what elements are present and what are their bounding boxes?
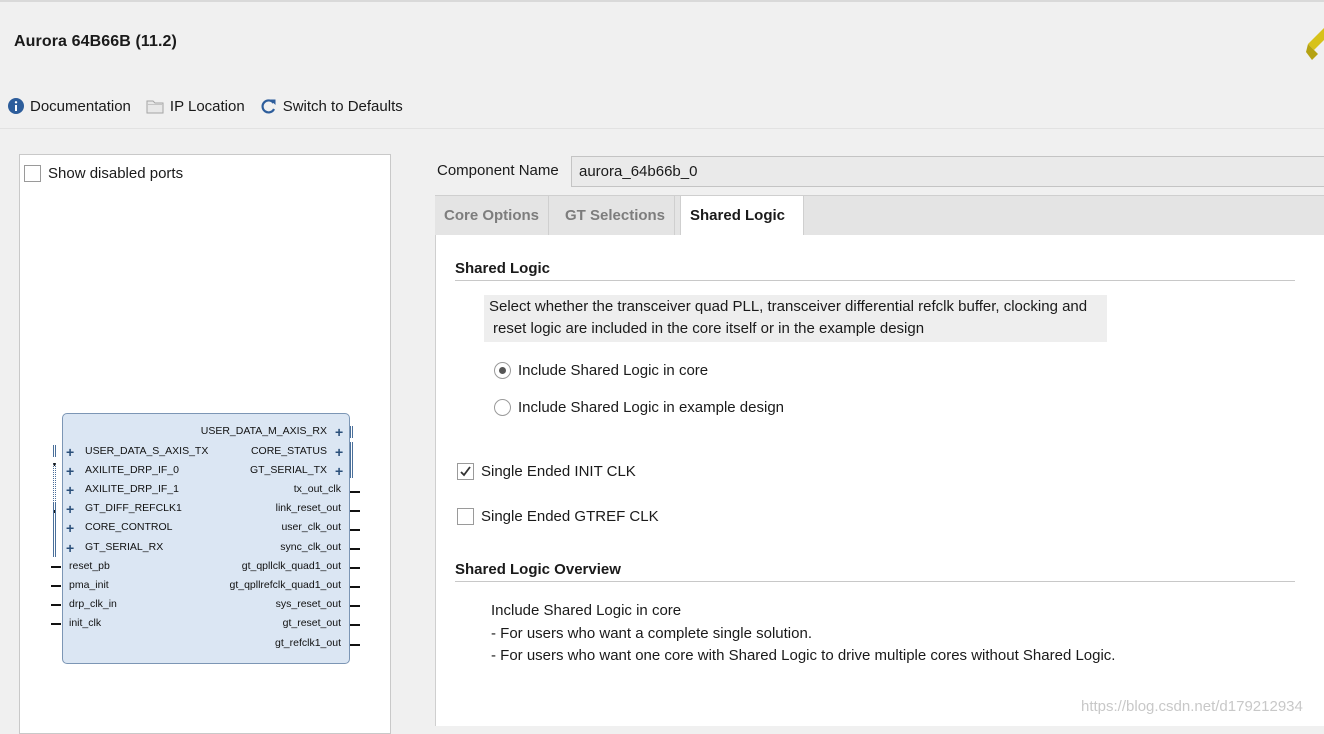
toolbar: Documentation IP Location Switch to Defa…: [8, 96, 418, 116]
symbol-panel: Show disabled ports USER_DATA_M_AXIS_RX …: [19, 154, 391, 734]
show-disabled-ports-label: Show disabled ports: [48, 165, 184, 182]
wire-pin: [350, 586, 360, 588]
single-ended-init-clk-checkbox[interactable]: [457, 463, 474, 480]
port-gt-serial-rx: GT_SERIAL_RX: [85, 541, 164, 553]
wire-pin: [51, 566, 61, 568]
bus-pin: [53, 502, 56, 557]
ip-block-symbol: USER_DATA_M_AXIS_RX CORE_STATUS GT_SERIA…: [62, 413, 350, 664]
expand-plus-icon[interactable]: +: [66, 521, 74, 535]
wire-pin: [350, 491, 360, 493]
show-disabled-ports-row[interactable]: Show disabled ports: [24, 165, 183, 182]
ip-location-button[interactable]: IP Location: [146, 98, 245, 115]
wire-pin: [350, 644, 360, 646]
port-pma-init: pma_init: [69, 579, 109, 591]
port-gt-qpllrefclk-quad1-out: gt_qpllrefclk_quad1_out: [229, 579, 341, 591]
expand-plus-icon[interactable]: +: [66, 502, 74, 516]
switch-defaults-label: Switch to Defaults: [282, 97, 403, 115]
port-drp-clk-in: drp_clk_in: [69, 598, 117, 610]
port-sync-clk-out: sync_clk_out: [280, 541, 341, 553]
single-ended-gtref-clk-label: Single Ended GTREF CLK: [481, 508, 659, 525]
overview-line-3: - For users who want one core with Share…: [491, 647, 1116, 664]
wire-pin: [350, 605, 360, 607]
component-name-label: Component Name: [437, 162, 559, 179]
documentation-button[interactable]: Documentation: [8, 98, 131, 115]
xilinx-logo-icon: [1306, 28, 1324, 60]
expand-plus-icon[interactable]: +: [335, 425, 343, 439]
port-tx-out-clk: tx_out_clk: [293, 483, 341, 495]
wire-pin: [350, 548, 360, 550]
top-border: [0, 0, 1324, 2]
wire-pin: [51, 585, 61, 587]
port-core-status: CORE_STATUS: [250, 445, 327, 457]
expand-plus-icon[interactable]: +: [66, 541, 74, 555]
expand-plus-icon[interactable]: +: [66, 445, 74, 459]
ip-location-label: IP Location: [169, 97, 245, 115]
tab-shared-logic[interactable]: Shared Logic: [680, 196, 804, 237]
tab-content-shared-logic: Shared Logic Select whether the transcei…: [435, 235, 1324, 726]
port-gt-diff-refclk1: GT_DIFF_REFCLK1: [85, 502, 182, 514]
radio-include-in-example[interactable]: Include Shared Logic in example design: [494, 399, 784, 416]
overview-line-2: - For users who want a complete single s…: [491, 625, 812, 642]
section-divider: [455, 280, 1295, 281]
tab-core-options[interactable]: Core Options: [435, 196, 550, 236]
checkmark-icon: [460, 466, 471, 477]
single-ended-gtref-clk-row[interactable]: Single Ended GTREF CLK: [457, 508, 659, 525]
single-ended-init-clk-label: Single Ended INIT CLK: [481, 463, 636, 480]
shared-logic-heading: Shared Logic: [455, 260, 551, 277]
shared-logic-overview-heading: Shared Logic Overview: [455, 561, 621, 578]
expand-plus-icon[interactable]: +: [335, 464, 343, 478]
wire-pin: [350, 567, 360, 569]
show-disabled-ports-checkbox[interactable]: [24, 165, 41, 182]
expand-plus-icon[interactable]: +: [335, 445, 343, 459]
documentation-label: Documentation: [30, 97, 131, 115]
wire-pin: [350, 529, 360, 531]
radio-core-label: Include Shared Logic in core: [518, 362, 709, 379]
wire-pin: [51, 604, 61, 606]
port-core-control: CORE_CONTROL: [85, 521, 173, 533]
shared-logic-description: Select whether the transceiver quad PLL,…: [484, 295, 1107, 342]
port-gt-refclk1-out: gt_refclk1_out: [275, 637, 341, 649]
wire-pin: [350, 624, 360, 626]
tab-gt-selections[interactable]: GT Selections: [556, 196, 676, 236]
tab-bar: Core Options GT Selections Shared Logic: [435, 195, 1324, 237]
component-name-input[interactable]: aurora_64b66b_0: [571, 156, 1324, 187]
watermark-text: https://blog.csdn.net/d179212934: [1081, 698, 1303, 715]
port-gt-qpllclk-quad1-out: gt_qpllclk_quad1_out: [241, 560, 341, 572]
bus-pin: [350, 442, 353, 478]
port-axilite-drp-if-0: AXILITE_DRP_IF_0: [85, 464, 179, 476]
radio-button-example[interactable]: [494, 399, 511, 416]
description-line-2: reset logic are included in the core its…: [493, 320, 925, 337]
single-ended-gtref-clk-checkbox[interactable]: [457, 508, 474, 525]
port-gt-serial-tx: GT_SERIAL_TX: [249, 464, 327, 476]
description-line-1: Select whether the transceiver quad PLL,…: [489, 298, 1088, 315]
port-init-clk: init_clk: [69, 617, 102, 629]
single-ended-init-clk-row[interactable]: Single Ended INIT CLK: [457, 463, 636, 480]
port-link-reset-out: link_reset_out: [275, 502, 341, 514]
switch-defaults-button[interactable]: Switch to Defaults: [260, 98, 403, 115]
bus-pin: [53, 445, 56, 457]
folder-icon: [146, 100, 164, 114]
radio-button-core[interactable]: [494, 362, 511, 379]
port-user-clk-out: user_clk_out: [281, 521, 341, 533]
bus-pin: [350, 426, 353, 438]
refresh-icon: [261, 98, 276, 113]
wire-pin: [350, 510, 360, 512]
info-icon: [8, 98, 24, 114]
expand-plus-icon[interactable]: +: [66, 483, 74, 497]
section-divider: [455, 581, 1295, 582]
ip-title: Aurora 64B66B (11.2): [14, 33, 177, 50]
radio-include-in-core[interactable]: Include Shared Logic in core: [494, 362, 708, 379]
port-reset-pb: reset_pb: [69, 560, 110, 572]
port-axilite-drp-if-1: AXILITE_DRP_IF_1: [85, 483, 179, 495]
wire-pin: [51, 623, 61, 625]
port-sys-reset-out: sys_reset_out: [275, 598, 341, 610]
port-gt-reset-out: gt_reset_out: [282, 617, 341, 629]
expand-plus-icon[interactable]: +: [66, 464, 74, 478]
radio-example-label: Include Shared Logic in example design: [518, 399, 785, 416]
overview-line-1: Include Shared Logic in core: [491, 602, 682, 619]
port-user-data-s-axis-tx: USER_DATA_S_AXIS_TX: [85, 445, 209, 457]
port-user-data-m-axis-rx: USER_DATA_M_AXIS_RX: [200, 425, 327, 437]
toolbar-divider: [0, 128, 1324, 129]
